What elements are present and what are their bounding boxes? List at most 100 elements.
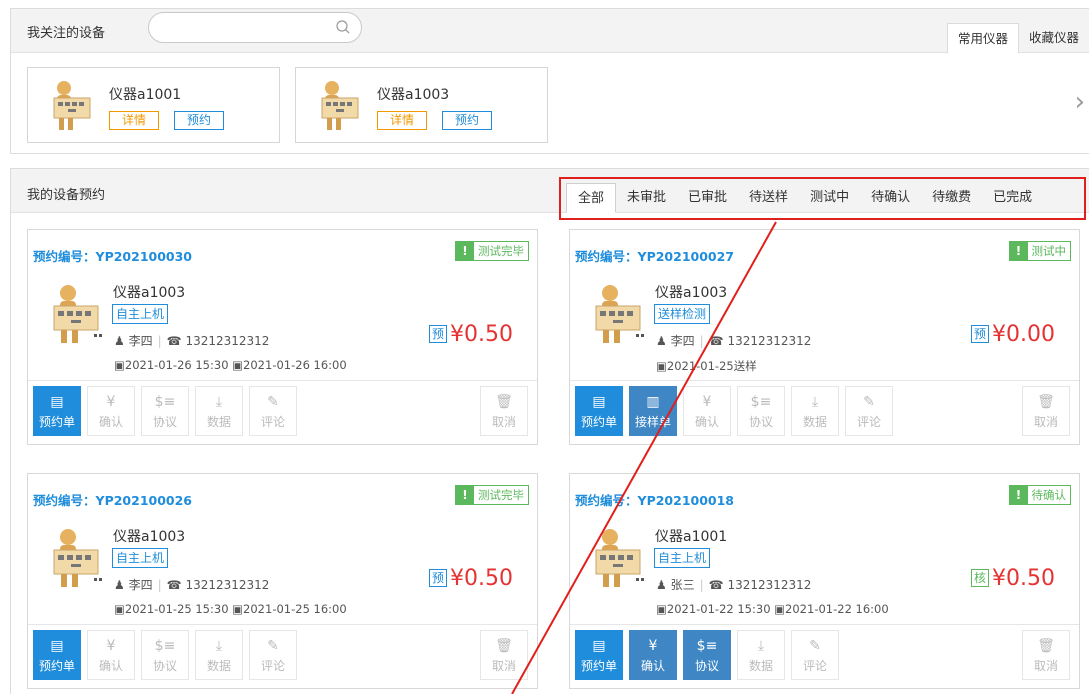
booking-type-tag: 自主上机 bbox=[112, 548, 169, 568]
info-icon: ! bbox=[456, 486, 474, 504]
booking-type-tag: 自主上机 bbox=[112, 304, 169, 324]
device-book-button[interactable]: 预约 bbox=[174, 111, 224, 130]
download-icon: ⤓ bbox=[811, 394, 819, 410]
action-button-list[interactable]: ▤ 预约单 bbox=[575, 630, 623, 680]
bookings-title: 我的设备预约 bbox=[27, 188, 106, 203]
price-prefix-badge: 核 bbox=[971, 569, 990, 587]
action-label: 预约单 bbox=[580, 659, 617, 673]
action-button-edit[interactable]: ✎ 评论 bbox=[845, 386, 893, 436]
agreement-icon: $≡ bbox=[696, 638, 718, 654]
trash-icon: 🗑 bbox=[1037, 394, 1055, 410]
action-button-agreement[interactable]: $≡ 协议 bbox=[141, 386, 189, 436]
action-label: 评论 bbox=[260, 659, 285, 673]
yen-icon: ¥ bbox=[648, 638, 658, 654]
action-label: 预约单 bbox=[38, 659, 75, 673]
action-button-agreement[interactable]: $≡ 协议 bbox=[141, 630, 189, 680]
yen-icon: ¥ bbox=[106, 638, 116, 654]
device-figure-icon bbox=[321, 81, 359, 130]
action-button-download[interactable]: ⤓ 数据 bbox=[195, 630, 243, 680]
device-figure-icon bbox=[53, 285, 102, 343]
edit-icon: ✎ bbox=[267, 638, 279, 654]
action-label: 协议 bbox=[694, 659, 719, 673]
action-label: 预约单 bbox=[580, 415, 617, 429]
tab-collected-devices[interactable]: 收藏仪器 bbox=[1019, 23, 1089, 54]
device-detail-button[interactable]: 详情 bbox=[377, 111, 427, 130]
phone-icon: ☎ bbox=[166, 334, 182, 348]
edit-icon: ✎ bbox=[267, 394, 279, 410]
calendar-icon: ▣ bbox=[114, 358, 125, 372]
favorite-device-card[interactable]: 仪器a1003 详情 预约 bbox=[295, 67, 548, 143]
device-search-input[interactable] bbox=[148, 12, 362, 43]
booking-type-tag: 自主上机 bbox=[654, 548, 711, 568]
action-label: 数据 bbox=[206, 415, 231, 429]
agreement-icon: $≡ bbox=[154, 638, 176, 654]
device-figure-icon bbox=[53, 81, 91, 130]
booking-status-badge: ! 测试中 bbox=[1008, 241, 1071, 261]
booking-number: 预约编号：YP202100027 bbox=[575, 249, 735, 264]
cancel-button[interactable]: 🗑 取消 bbox=[1022, 386, 1070, 436]
trash-icon: 🗑 bbox=[495, 394, 513, 410]
action-button-list[interactable]: ▤ 预约单 bbox=[575, 386, 623, 436]
price-prefix-badge: 预 bbox=[971, 325, 990, 343]
action-button-download[interactable]: ⤓ 数据 bbox=[791, 386, 839, 436]
action-button-edit[interactable]: ✎ 评论 bbox=[249, 386, 297, 436]
favorite-device-card[interactable]: 仪器a1001 详情 预约 bbox=[27, 67, 280, 143]
action-button-agreement[interactable]: $≡ 协议 bbox=[683, 630, 731, 680]
phone-icon: ☎ bbox=[708, 334, 724, 348]
cancel-button[interactable]: 🗑 取消 bbox=[480, 630, 528, 680]
booking-status-badge: ! 待确认 bbox=[1008, 485, 1071, 505]
booking-card: 预约编号：YP202100027 ! 测试中 仪器a1003 送样检测 ♟ 李四 |… bbox=[569, 229, 1080, 445]
action-button-yen[interactable]: ¥ 确认 bbox=[87, 386, 135, 436]
divider bbox=[570, 380, 1079, 381]
info-icon: ! bbox=[456, 242, 474, 260]
action-button-list[interactable]: ▤ 预约单 bbox=[33, 386, 81, 436]
action-button-edit[interactable]: ✎ 评论 bbox=[249, 630, 297, 680]
action-label: 数据 bbox=[802, 415, 827, 429]
booking-price: 预 ¥0.00 bbox=[971, 322, 1055, 347]
device-name: 仪器a1001 bbox=[655, 529, 728, 545]
price-prefix-badge: 预 bbox=[429, 569, 448, 587]
action-button-edit[interactable]: ✎ 评论 bbox=[791, 630, 839, 680]
booking-time: ▣2021-01-25送样 bbox=[656, 359, 757, 373]
yen-icon: ¥ bbox=[702, 394, 712, 410]
action-label: 数据 bbox=[748, 659, 773, 673]
favorite-devices-header: 我关注的设备 常用仪器 收藏仪器 bbox=[11, 9, 1089, 54]
booking-price: 核 ¥0.50 bbox=[971, 566, 1055, 591]
price-prefix-badge: 预 bbox=[429, 325, 448, 343]
device-book-button[interactable]: 预约 bbox=[442, 111, 492, 130]
action-label: 确认 bbox=[98, 659, 123, 673]
tab-common-devices[interactable]: 常用仪器 bbox=[946, 23, 1019, 54]
action-button-yen[interactable]: ¥ 确认 bbox=[683, 386, 731, 436]
booking-card: 预约编号：YP202100018 ! 待确认 仪器a1001 自主上机 ♟ 张三 |… bbox=[569, 473, 1080, 689]
action-label: 评论 bbox=[260, 415, 285, 429]
booking-type-tag: 送样检测 bbox=[654, 304, 711, 324]
agreement-icon: $≡ bbox=[154, 394, 176, 410]
list-icon: ▤ bbox=[592, 638, 606, 654]
person-icon: ♟ bbox=[656, 578, 667, 592]
person-icon: ♟ bbox=[114, 334, 125, 348]
action-button-agreement[interactable]: $≡ 协议 bbox=[737, 386, 785, 436]
yen-icon: ¥ bbox=[106, 394, 116, 410]
person-icon: ♟ bbox=[114, 578, 125, 592]
cancel-button[interactable]: 🗑 取消 bbox=[1022, 630, 1070, 680]
device-detail-button[interactable]: 详情 bbox=[109, 111, 159, 130]
booking-price: 预 ¥0.50 bbox=[429, 566, 513, 591]
booking-actions: ▤ 预约单 ¥ 确认 $≡ 协议 ⤓ 数据 ✎ 评论 bbox=[575, 630, 845, 680]
phone-icon: ☎ bbox=[708, 578, 724, 592]
carousel-next-icon[interactable]: › bbox=[1075, 89, 1085, 115]
action-button-yen[interactable]: ¥ 确认 bbox=[87, 630, 135, 680]
device-figure-icon bbox=[53, 529, 102, 587]
info-icon: ! bbox=[1009, 486, 1028, 504]
action-button-yen[interactable]: ¥ 确认 bbox=[629, 630, 677, 680]
booking-actions: ▤ 预约单 ¥ 确认 $≡ 协议 ⤓ 数据 ✎ 评论 bbox=[33, 386, 303, 436]
action-label: 确认 bbox=[98, 415, 123, 429]
action-button-barcode[interactable]: ▥ 接样单 bbox=[629, 386, 677, 436]
favorite-devices-panel: 我关注的设备 常用仪器 收藏仪器 ‹ 仪器a1001 详情 预约 bbox=[10, 8, 1089, 154]
cancel-button[interactable]: 🗑 取消 bbox=[480, 386, 528, 436]
action-button-list[interactable]: ▤ 预约单 bbox=[33, 630, 81, 680]
device-figure-icon bbox=[595, 529, 644, 587]
action-button-download[interactable]: ⤓ 数据 bbox=[195, 386, 243, 436]
download-icon: ⤓ bbox=[215, 638, 223, 654]
action-button-download[interactable]: ⤓ 数据 bbox=[737, 630, 785, 680]
search-icon[interactable] bbox=[335, 19, 351, 35]
